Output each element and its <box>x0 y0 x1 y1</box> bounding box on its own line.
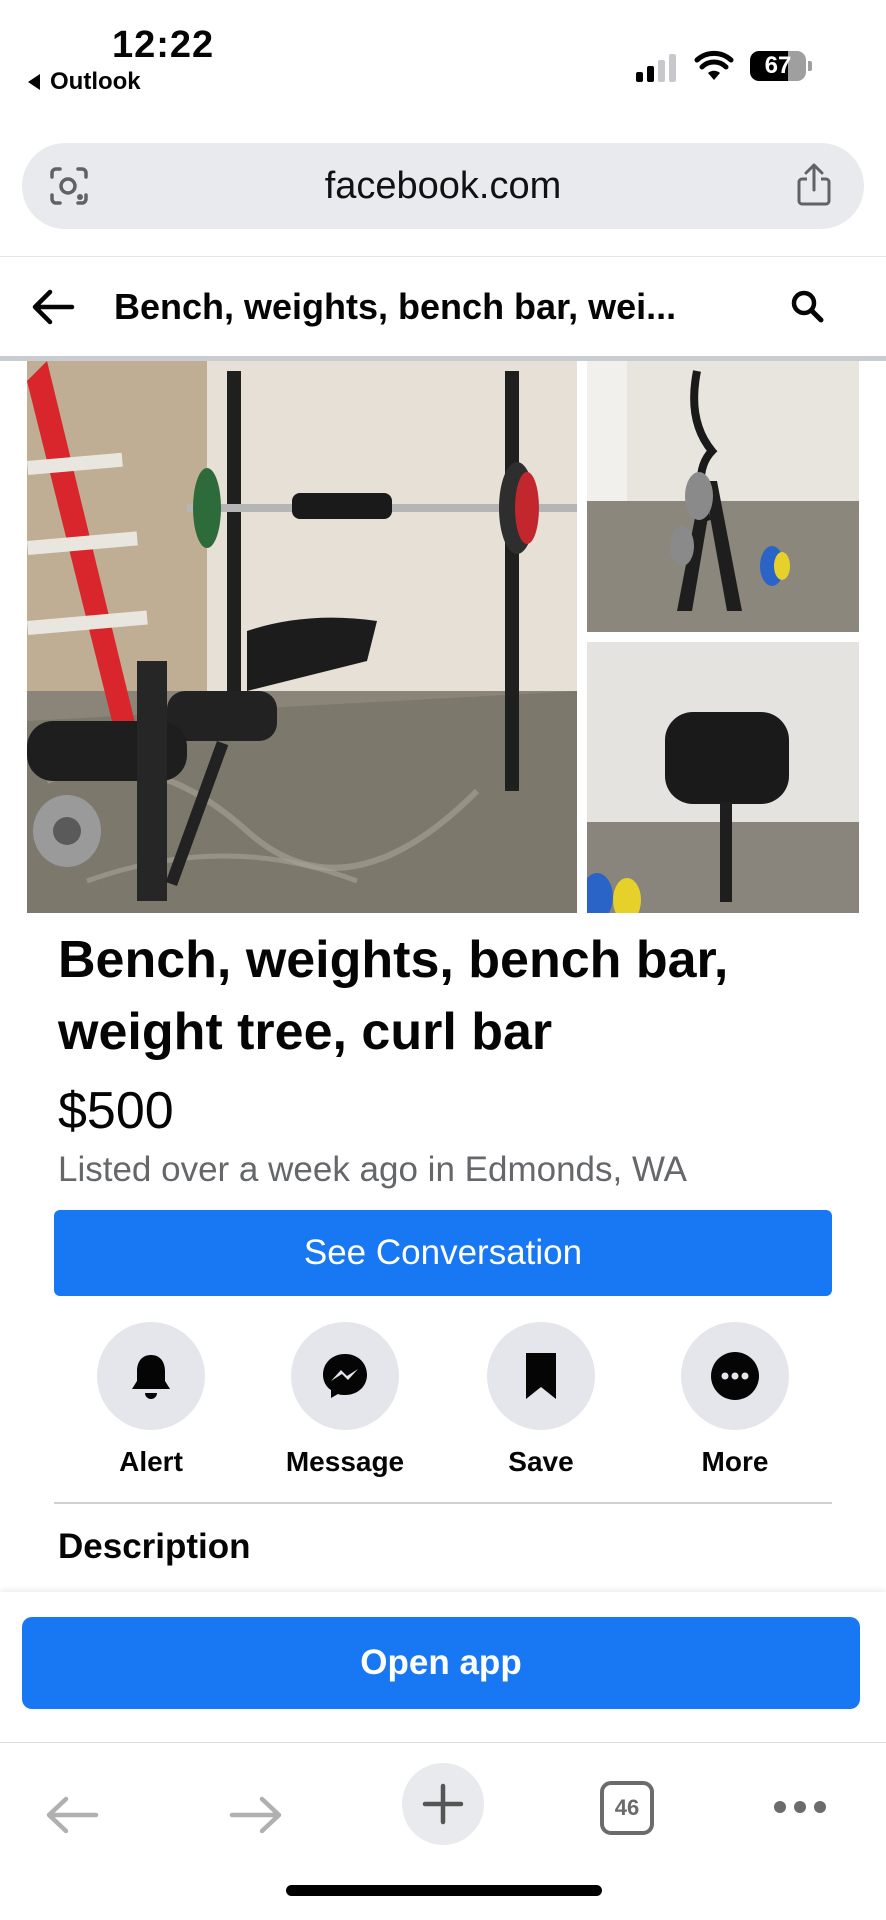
listing-photo-2[interactable] <box>587 361 859 632</box>
status-time: 12:22 <box>112 24 215 66</box>
alert-button[interactable]: Alert <box>71 1322 231 1478</box>
plus-icon <box>422 1783 464 1825</box>
back-triangle-icon <box>28 74 40 90</box>
messenger-icon <box>323 1354 367 1398</box>
alert-label: Alert <box>119 1446 183 1477</box>
status-bar: 12:22 Outlook 67 <box>0 0 886 110</box>
message-label: Message <box>285 1446 405 1477</box>
browser-forward-icon[interactable] <box>228 1793 284 1837</box>
battery-percent: 67 <box>764 52 792 79</box>
listing-photo-3[interactable] <box>587 642 859 913</box>
more-icon <box>711 1352 759 1400</box>
share-icon[interactable] <box>794 163 834 207</box>
back-app-label: Outlook <box>50 68 141 95</box>
new-tab-button[interactable] <box>402 1763 484 1845</box>
wifi-icon <box>694 50 734 80</box>
listing-price: $500 <box>58 1082 174 1140</box>
back-arrow-icon[interactable] <box>30 285 76 329</box>
description-heading: Description <box>58 1527 251 1566</box>
listing-photo-main[interactable] <box>27 361 577 913</box>
browser-back-icon[interactable] <box>44 1793 100 1837</box>
address-bar[interactable]: facebook.com <box>22 143 864 229</box>
more-label: More <box>701 1446 769 1477</box>
listing-meta: Listed over a week ago in Edmonds, WA <box>58 1150 688 1189</box>
search-icon[interactable] <box>790 289 824 323</box>
home-indicator <box>286 1885 602 1896</box>
bookmark-icon <box>526 1353 556 1399</box>
page-header: Bench, weights, bench bar, wei... <box>0 256 886 356</box>
section-divider <box>54 1502 832 1504</box>
save-label: Save <box>508 1446 574 1477</box>
page-title: Bench, weights, bench bar, wei... <box>114 286 677 327</box>
more-button[interactable]: More <box>655 1322 815 1478</box>
listing-title: Bench, weights, bench bar, weight tree, … <box>58 931 729 1061</box>
open-app-button[interactable]: Open app <box>22 1617 860 1709</box>
back-to-app-link[interactable]: Outlook <box>28 68 141 96</box>
battery-indicator: 67 <box>750 50 812 82</box>
url-text: facebook.com <box>324 165 562 207</box>
see-conversation-button[interactable]: See Conversation <box>54 1210 832 1296</box>
tab-switcher-button[interactable]: 46 <box>600 1781 654 1835</box>
overflow-menu-icon[interactable] <box>772 1799 828 1815</box>
bell-icon <box>132 1355 170 1399</box>
save-button[interactable]: Save <box>461 1322 621 1478</box>
message-button[interactable]: Message <box>265 1322 425 1478</box>
cellular-signal-icon <box>636 52 676 82</box>
